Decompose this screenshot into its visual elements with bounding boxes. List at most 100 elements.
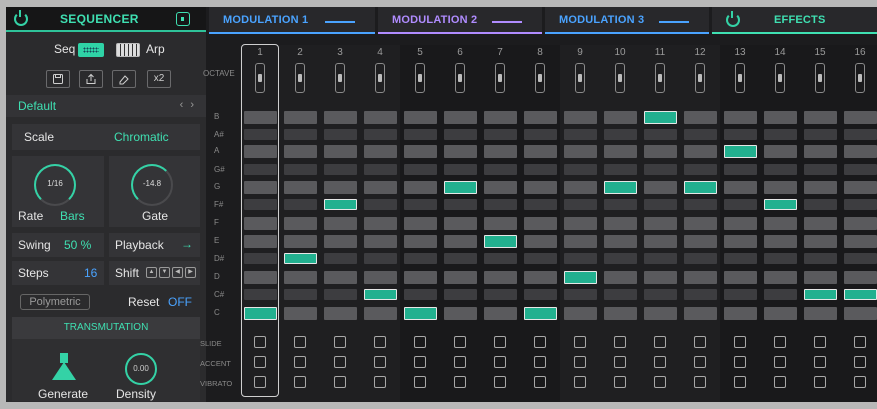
note-cell[interactable]: [804, 129, 837, 140]
note-cell[interactable]: [644, 181, 677, 194]
note-cell[interactable]: [524, 271, 557, 284]
save-button[interactable]: [46, 70, 70, 88]
note-cell[interactable]: [804, 145, 837, 158]
note-cell[interactable]: [284, 129, 317, 140]
octave-slider[interactable]: [775, 63, 785, 93]
note-cell[interactable]: [844, 181, 877, 194]
note-cell[interactable]: [444, 164, 477, 175]
note-cell[interactable]: [484, 271, 517, 284]
tab-modulation-1[interactable]: MODULATION 1: [209, 7, 375, 34]
note-cell[interactable]: [724, 199, 757, 210]
x2-button[interactable]: x2: [147, 70, 171, 88]
accent-checkbox[interactable]: [774, 356, 786, 368]
note-cell[interactable]: [724, 164, 757, 175]
note-cell[interactable]: [484, 181, 517, 194]
tab-effects[interactable]: EFFECTS: [712, 7, 877, 34]
note-cell[interactable]: [564, 289, 597, 300]
note-cell[interactable]: [284, 145, 317, 158]
note-cell[interactable]: [724, 307, 757, 320]
note-cell[interactable]: [604, 253, 637, 264]
note-cell[interactable]: [844, 199, 877, 210]
note-cell[interactable]: [604, 111, 637, 124]
active-note-cell[interactable]: [484, 235, 517, 248]
note-cell[interactable]: [684, 217, 717, 230]
octave-slider[interactable]: [855, 63, 865, 93]
accent-checkbox[interactable]: [494, 356, 506, 368]
vibrato-checkbox[interactable]: [494, 376, 506, 388]
active-note-cell[interactable]: [644, 111, 677, 124]
octave-slider[interactable]: [415, 63, 425, 93]
note-cell[interactable]: [804, 199, 837, 210]
steps-control[interactable]: Steps 16: [12, 261, 104, 285]
note-cell[interactable]: [524, 253, 557, 264]
note-cell[interactable]: [684, 235, 717, 248]
slide-checkbox[interactable]: [454, 336, 466, 348]
shift-right-icon[interactable]: ▶: [185, 267, 196, 278]
piano-keys-icon[interactable]: [116, 43, 140, 57]
note-cell[interactable]: [444, 217, 477, 230]
note-cell[interactable]: [484, 289, 517, 300]
vibrato-checkbox[interactable]: [414, 376, 426, 388]
note-cell[interactable]: [684, 164, 717, 175]
note-cell[interactable]: [484, 111, 517, 124]
shift-down-icon[interactable]: ▼: [159, 267, 170, 278]
note-cell[interactable]: [524, 129, 557, 140]
accent-checkbox[interactable]: [614, 356, 626, 368]
note-cell[interactable]: [364, 145, 397, 158]
note-cell[interactable]: [484, 199, 517, 210]
note-cell[interactable]: [444, 271, 477, 284]
note-cell[interactable]: [364, 181, 397, 194]
tab-modulation-3[interactable]: MODULATION 3: [545, 7, 709, 34]
note-cell[interactable]: [444, 129, 477, 140]
active-note-cell[interactable]: [564, 271, 597, 284]
note-cell[interactable]: [324, 253, 357, 264]
vibrato-checkbox[interactable]: [734, 376, 746, 388]
note-cell[interactable]: [444, 145, 477, 158]
note-cell[interactable]: [804, 271, 837, 284]
slide-checkbox[interactable]: [814, 336, 826, 348]
note-cell[interactable]: [764, 217, 797, 230]
note-cell[interactable]: [324, 271, 357, 284]
note-cell[interactable]: [484, 145, 517, 158]
octave-slider[interactable]: [735, 63, 745, 93]
note-cell[interactable]: [404, 164, 437, 175]
note-cell[interactable]: [844, 145, 877, 158]
note-cell[interactable]: [604, 199, 637, 210]
note-cell[interactable]: [844, 271, 877, 284]
active-note-cell[interactable]: [524, 307, 557, 320]
note-cell[interactable]: [844, 129, 877, 140]
note-cell[interactable]: [524, 235, 557, 248]
note-cell[interactable]: [844, 253, 877, 264]
note-cell[interactable]: [324, 217, 357, 230]
note-cell[interactable]: [684, 199, 717, 210]
note-cell[interactable]: [684, 307, 717, 320]
note-cell[interactable]: [764, 271, 797, 284]
note-cell[interactable]: [404, 271, 437, 284]
note-cell[interactable]: [324, 145, 357, 158]
note-cell[interactable]: [484, 253, 517, 264]
note-cell[interactable]: [644, 235, 677, 248]
note-cell[interactable]: [644, 217, 677, 230]
share-button[interactable]: [79, 70, 103, 88]
note-cell[interactable]: [764, 164, 797, 175]
preset-selector[interactable]: Default ‹ ›: [6, 95, 206, 117]
accent-checkbox[interactable]: [534, 356, 546, 368]
vibrato-checkbox[interactable]: [454, 376, 466, 388]
note-cell[interactable]: [644, 271, 677, 284]
accent-checkbox[interactable]: [854, 356, 866, 368]
active-note-cell[interactable]: [284, 253, 317, 264]
note-cell[interactable]: [484, 164, 517, 175]
note-cell[interactable]: [404, 253, 437, 264]
note-cell[interactable]: [444, 235, 477, 248]
octave-slider[interactable]: [575, 63, 585, 93]
sequencer-power-icon[interactable]: [14, 10, 28, 26]
note-cell[interactable]: [324, 129, 357, 140]
octave-slider[interactable]: [535, 63, 545, 93]
note-cell[interactable]: [284, 307, 317, 320]
note-cell[interactable]: [284, 164, 317, 175]
preset-arrows[interactable]: ‹ ›: [180, 99, 196, 111]
note-cell[interactable]: [724, 111, 757, 124]
note-cell[interactable]: [324, 164, 357, 175]
accent-checkbox[interactable]: [694, 356, 706, 368]
note-cell[interactable]: [524, 164, 557, 175]
